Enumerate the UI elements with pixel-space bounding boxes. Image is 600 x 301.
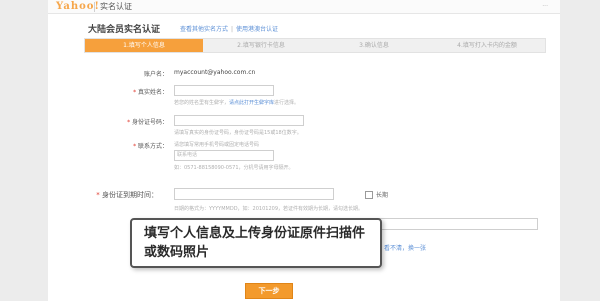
tutorial-callout: 填写个人信息及上传身份证原件扫描件或数码照片	[130, 218, 382, 268]
yahoo-logo[interactable]: Yahoo!	[56, 1, 99, 12]
page-container: Yahoo! 实名认证 ··· 大陆会员实名认证 查看其他实名方式 | 使用港澳台认…	[48, 0, 560, 301]
sub-links: 查看其他实名方式 | 使用港澳台认证	[180, 24, 278, 33]
account-label: 账户名：	[143, 71, 168, 78]
contact-hint: 请您填写常用手机号码或固定电话号码	[174, 142, 260, 148]
name-input[interactable]	[174, 85, 274, 96]
longterm-label: 长期	[376, 192, 389, 199]
step-3: 3.确认信息	[359, 42, 389, 49]
header-title: 实名认证	[100, 2, 132, 11]
id-number-input[interactable]	[174, 115, 304, 126]
name-label: * 真实姓名：	[88, 87, 168, 96]
contact-hint-example: 如：0571-88158090-0571，分机号请用字母隔开。	[174, 165, 294, 171]
other-methods-link[interactable]: 查看其他实名方式	[180, 26, 228, 33]
step-4: 4.填写打入卡内的金额	[457, 42, 517, 49]
refresh-captcha-link[interactable]: 看不清，换一张	[384, 243, 426, 252]
name-label-text: 真实姓名：	[137, 89, 168, 96]
name-hint-text: 若您的姓名里有生僻字，	[174, 100, 230, 106]
link-separator: |	[231, 26, 234, 33]
progress-steps: 1.填写个人信息 2.填写银行卡信息 3.确认信息 4.填写打入卡内的金额	[84, 38, 546, 53]
rare-char-link[interactable]: 请点此打开生僻字库	[229, 100, 274, 106]
callout-text: 填写个人信息及上传身份证原件扫描件或数码照片	[144, 226, 366, 260]
contact-placeholder: 联系电话	[177, 152, 198, 158]
contact-label: * 联系方式：	[88, 141, 168, 150]
account-value: myaccount@yahoo.com.cn	[174, 69, 256, 76]
longterm-checkbox[interactable]	[365, 191, 373, 199]
top-links[interactable]: ···	[542, 3, 548, 10]
step-2: 2.填写银行卡信息	[237, 42, 285, 49]
name-hint: 若您的姓名里有生僻字，请点此打开生僻字库进行选择。	[174, 99, 299, 106]
id-number-label: * 身份证号码：	[88, 117, 168, 126]
logo-divider	[94, 2, 95, 12]
step-1: 1.填写个人信息	[85, 39, 203, 52]
id-number-hint: 请填写真实的身份证号码，身份证号码是15或18位数字。	[174, 130, 302, 136]
contact-label-text: 联系方式：	[137, 143, 168, 150]
contact-input[interactable]: 联系电话	[174, 150, 274, 161]
id-expiry-label: * 身份证到期时间：	[78, 190, 158, 200]
id-expiry-label-text: 身份证到期时间：	[102, 191, 158, 199]
name-hint-tail: 进行选择。	[274, 100, 300, 106]
next-step-button[interactable]: 下一步	[245, 283, 293, 299]
top-bar: Yahoo! 实名认证 ···	[48, 0, 560, 14]
page-title: 大陆会员实名认证	[88, 25, 161, 35]
id-expiry-hint: 日期的格式为：YYYYMMDD，如：20101209，若证件有效期为长期，请勾选…	[174, 206, 363, 212]
hk-macau-link[interactable]: 使用港澳台认证	[236, 26, 278, 33]
id-expiry-input[interactable]	[174, 188, 334, 200]
id-number-label-text: 身份证号码：	[131, 119, 168, 126]
